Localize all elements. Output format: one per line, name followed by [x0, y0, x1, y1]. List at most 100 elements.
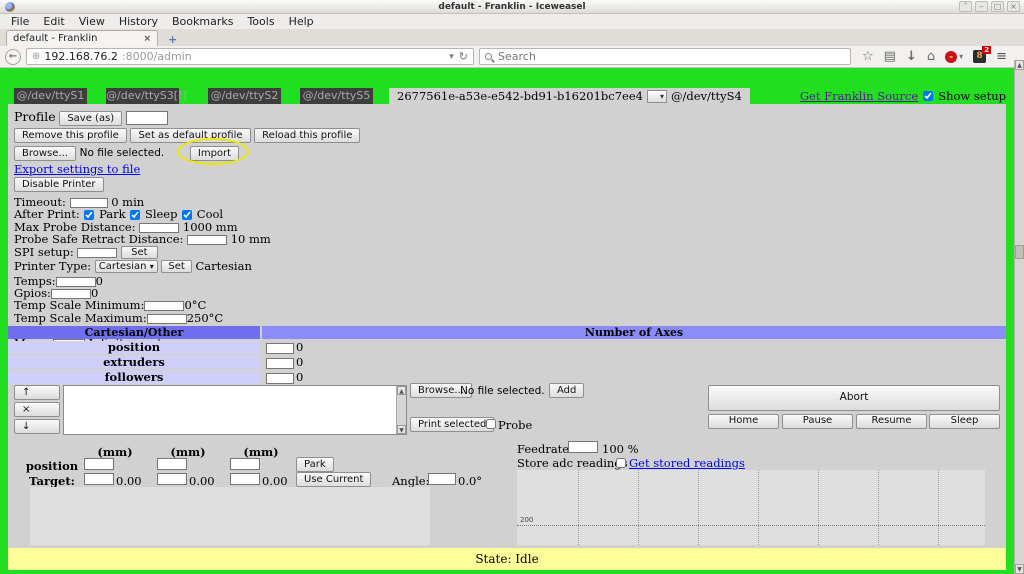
resume-button[interactable]: Resume: [856, 414, 927, 429]
job-queue-listbox[interactable]: ▲ ▼: [63, 385, 407, 435]
printer-tab-ttyS1[interactable]: @/dev/ttyS1: [14, 88, 87, 104]
search-bar[interactable]: [479, 48, 851, 65]
listbox-scrollbar[interactable]: ▲ ▼: [396, 386, 406, 434]
disable-printer-button[interactable]: Disable Printer: [14, 177, 104, 192]
target-x-input[interactable]: [84, 473, 114, 485]
bookmarks-sidebar-icon[interactable]: ▤: [884, 49, 896, 64]
menu-bookmarks[interactable]: Bookmarks: [165, 15, 240, 28]
import-button[interactable]: Import: [190, 146, 239, 161]
printer-select-dropdown[interactable]: ▾: [647, 90, 667, 103]
spi-input[interactable]: [77, 248, 117, 258]
axes-row-label: followers: [8, 371, 260, 384]
menu-help[interactable]: Help: [282, 15, 321, 28]
target-y-input[interactable]: [157, 473, 187, 485]
unit-header-x: (mm): [95, 445, 135, 459]
shade-window-button[interactable]: ˄: [959, 1, 972, 12]
home-button[interactable]: Home: [708, 414, 779, 429]
search-input[interactable]: [496, 49, 845, 64]
menu-view[interactable]: View: [72, 15, 112, 28]
printer-type-caret-icon: ▾: [150, 262, 154, 271]
adblock-dropdown-icon[interactable]: ▾: [959, 52, 963, 61]
gridline: [638, 470, 639, 545]
gridline: [578, 470, 579, 545]
menu-tools[interactable]: Tools: [240, 15, 281, 28]
abort-button[interactable]: Abort: [708, 385, 1000, 411]
use-current-button[interactable]: Use Current: [296, 472, 371, 487]
downloads-icon[interactable]: ↓: [906, 49, 917, 64]
tab-close-icon[interactable]: ×: [143, 34, 151, 44]
get-franklin-source-link[interactable]: Get Franklin Source: [800, 89, 918, 103]
minimize-window-button[interactable]: –: [975, 1, 988, 12]
browser-scrollbar[interactable]: ▲ ▼: [1014, 60, 1024, 574]
scroll-up-icon[interactable]: ▲: [397, 386, 406, 395]
add-button[interactable]: Add: [549, 383, 584, 398]
spi-set-button[interactable]: Set: [121, 246, 157, 259]
new-tab-button[interactable]: +: [164, 33, 181, 46]
scrollbar-thumb[interactable]: [1015, 245, 1024, 259]
store-adc-checkbox[interactable]: [616, 458, 626, 468]
pause-button[interactable]: Pause: [782, 414, 853, 429]
reload-profile-button[interactable]: Reload this profile: [254, 128, 360, 143]
feedrate-input[interactable]: [568, 441, 598, 453]
browse-settings-button[interactable]: Browse...: [14, 146, 76, 161]
printer-type-select[interactable]: Cartesian ▾: [95, 260, 158, 273]
queue-move-down-button[interactable]: ↓: [14, 419, 60, 434]
printer-tab-ttyS5[interactable]: @/dev/ttyS5: [300, 88, 373, 104]
probe-checkbox[interactable]: [486, 419, 496, 429]
position-x-input[interactable]: [84, 458, 114, 470]
window-title: default - Franklin - Iceweasel: [438, 2, 585, 12]
back-button[interactable]: ←: [5, 49, 21, 65]
menu-hamburger-icon[interactable]: ≡: [996, 49, 1007, 64]
followers-count-input[interactable]: [266, 373, 294, 384]
angle-input[interactable]: [428, 473, 456, 485]
print-selected-button[interactable]: Print selected: [410, 417, 494, 432]
get-stored-readings-link[interactable]: Get stored readings: [629, 456, 745, 470]
browser-tab[interactable]: default - Franklin ×: [6, 30, 158, 46]
show-setup-checkbox[interactable]: [923, 91, 933, 101]
menu-history[interactable]: History: [112, 15, 165, 28]
position-y-input[interactable]: [157, 458, 187, 470]
export-settings-link[interactable]: Export settings to file: [14, 162, 140, 176]
urlbar-dropdown-icon[interactable]: ▾: [449, 52, 454, 62]
printer-tab-active[interactable]: 2677561e-a53e-e542-bd91-b16201bc7ee4 ▾ @…: [389, 88, 750, 104]
home-icon[interactable]: ⌂: [927, 49, 935, 64]
scrollbar-down-icon[interactable]: ▼: [1015, 564, 1024, 574]
bookmark-star-icon[interactable]: ☆: [862, 49, 874, 64]
printer-type-current: Cartesian: [195, 259, 251, 273]
page-header-right: Get Franklin Source Show setup: [800, 89, 1006, 103]
menu-edit[interactable]: Edit: [36, 15, 71, 28]
position-z-input[interactable]: [230, 458, 260, 470]
noscript-icon[interactable]: 8 2: [973, 50, 986, 63]
scrollbar-up-icon[interactable]: ▲: [1015, 60, 1024, 70]
printer-view-canvas[interactable]: [30, 487, 430, 545]
set-default-profile-button[interactable]: Set as default profile: [130, 128, 250, 143]
url-bar[interactable]: ⊕ 192.168.76.2:8000/admin ▾ ↻: [26, 48, 474, 65]
sleep-button[interactable]: Sleep: [929, 414, 1000, 429]
extruders-count-input[interactable]: [266, 358, 294, 369]
reload-icon[interactable]: ↻: [459, 50, 468, 63]
url-path: :8000/admin: [122, 50, 192, 63]
printer-uuid: 2677561e-a53e-e542-bd91-b16201bc7ee4: [397, 89, 643, 103]
park-button[interactable]: Park: [296, 457, 334, 472]
remove-profile-button[interactable]: Remove this profile: [14, 128, 127, 143]
menu-file[interactable]: File: [4, 15, 36, 28]
queue-move-up-button[interactable]: ↑: [14, 385, 60, 400]
maximize-window-button[interactable]: □: [991, 1, 1004, 12]
printer-tab-ttyS3[interactable]: @/dev/ttyS3[!]: [106, 88, 179, 104]
close-window-button[interactable]: ×: [1007, 1, 1020, 12]
temp-min-input[interactable]: [144, 301, 184, 311]
printer-tab-ttyS2[interactable]: @/dev/ttyS2: [208, 88, 281, 104]
adblock-icon[interactable]: –: [945, 51, 957, 63]
printer-type-set-button[interactable]: Set: [161, 260, 191, 273]
queue-remove-button[interactable]: ×: [14, 402, 60, 417]
followers-count-value: 0: [296, 370, 303, 384]
save-as-button[interactable]: Save (as): [59, 111, 122, 126]
scroll-down-icon[interactable]: ▼: [397, 425, 406, 434]
temperature-graph: 200: [517, 470, 985, 545]
position-count-input[interactable]: [266, 343, 294, 354]
probe-safe-input[interactable]: [187, 235, 227, 245]
printer-port: @/dev/ttyS4: [671, 89, 742, 103]
probe-safe-value: 10 mm: [231, 232, 271, 246]
target-z-input[interactable]: [230, 473, 260, 485]
profile-name-input[interactable]: [126, 111, 168, 125]
